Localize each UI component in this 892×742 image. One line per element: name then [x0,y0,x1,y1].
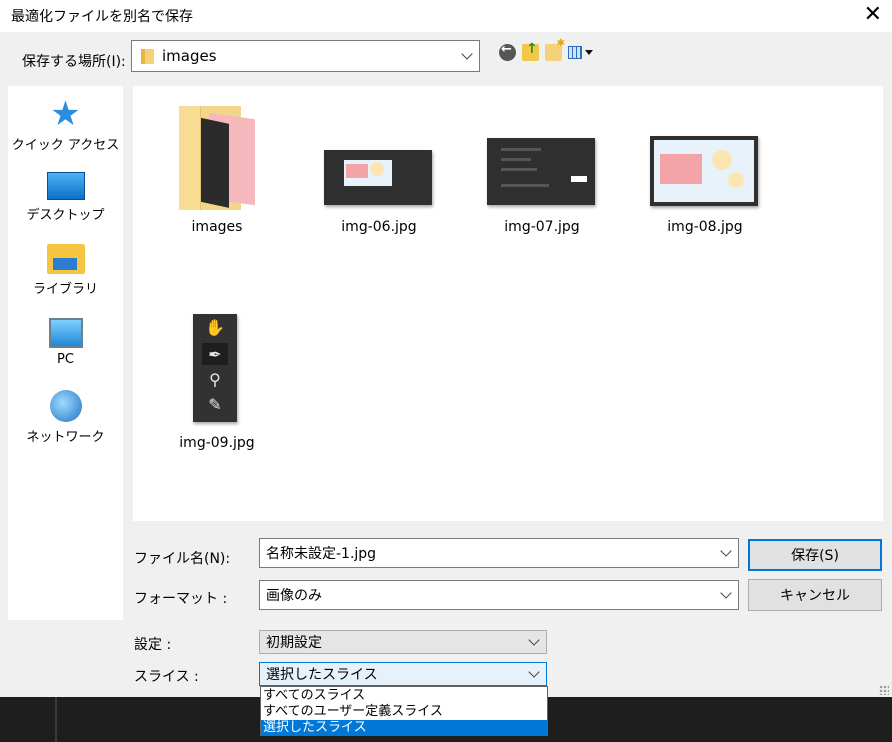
slice-option-selected[interactable]: 選択したスライス [261,720,547,736]
navigation-toolbar [499,38,596,62]
slice-option[interactable]: すべてのスライス [261,688,547,704]
place-label: デスクトップ [26,208,105,223]
image-thumbnail: ✋ ✒ ⚲ ✎ [193,314,237,422]
place-quick-access[interactable]: ★ クイック アクセス [8,94,123,153]
image-thumbnail [324,150,432,205]
slice-option[interactable]: すべてのユーザー定義スライス [261,704,547,720]
file-name: img-09.jpg [179,435,255,451]
place-label: ネットワーク [26,430,105,445]
settings-select[interactable]: 初期設定 [259,630,547,654]
slice-label: スライス : [134,669,199,685]
place-library[interactable]: ライブラリ [8,244,123,297]
file-name: img-06.jpg [341,219,417,235]
format-label: フォーマット : [134,591,228,607]
file-name: img-07.jpg [504,219,580,235]
title-bar: 最適化ファイルを別名で保存 ✕ [0,0,892,32]
new-folder-icon[interactable] [545,38,565,61]
save-button-label: 保存(S) [791,548,839,564]
save-location-label: 保存する場所(I): [22,54,126,70]
format-value: 画像のみ [266,588,322,604]
chevron-down-icon[interactable] [720,545,732,557]
slice-value: 選択したスライス [266,667,378,683]
filename-value: 名称未設定-1.jpg [266,546,377,562]
window-title: 最適化ファイルを別名で保存 [11,9,193,25]
back-icon[interactable] [499,42,516,61]
close-icon[interactable]: ✕ [864,2,882,27]
place-label: ライブラリ [32,282,98,297]
save-location-value: images [162,47,217,65]
place-network[interactable]: ネットワーク [8,390,123,445]
image-thumbnail [650,136,758,206]
library-icon [46,244,85,274]
folder-icon [141,49,154,64]
file-name: img-08.jpg [667,219,743,235]
view-menu-icon[interactable] [568,44,596,61]
format-select[interactable]: 画像のみ [259,580,739,610]
network-icon [49,390,82,422]
file-item-img-07[interactable]: img-07.jpg [481,106,603,242]
resize-grip-icon[interactable] [879,685,889,695]
chevron-down-icon [720,587,732,599]
places-sidebar: ★ クイック アクセス デスクトップ ライブラリ PC ネットワーク [8,86,123,620]
save-location-select[interactable]: images [131,40,480,72]
cancel-button[interactable]: キャンセル [748,579,882,611]
file-name: images [191,219,243,235]
file-list: images img-06.jpg img-07.jpg img-08.jpg [133,86,883,521]
file-item-img-06[interactable]: img-06.jpg [318,106,440,242]
file-item-img-09[interactable]: ✋ ✒ ⚲ ✎ img-09.jpg [166,312,268,452]
place-pc[interactable]: PC [8,318,123,367]
desktop-icon [46,172,85,200]
filename-input[interactable]: 名称未設定-1.jpg [259,538,739,568]
save-button[interactable]: 保存(S) [748,539,882,571]
place-label: クイック アクセス [11,138,120,153]
file-item-img-08[interactable]: img-08.jpg [644,106,766,242]
settings-value: 初期設定 [266,635,322,651]
chevron-down-icon [528,666,540,678]
chevron-down-icon [528,634,540,646]
pc-icon [48,318,83,348]
star-icon: ★ [50,94,81,134]
chevron-down-icon [461,48,473,60]
filename-label: ファイル名(N): [134,551,231,567]
folder-icon [179,106,255,210]
file-item-images[interactable]: images [166,106,268,242]
slice-select[interactable]: 選択したスライス [259,662,547,686]
settings-label: 設定 : [134,637,172,653]
cancel-button-label: キャンセル [780,588,850,604]
place-label: PC [57,352,74,367]
slice-dropdown-list: すべてのスライス すべてのユーザー定義スライス 選択したスライス [260,686,548,736]
image-thumbnail [487,138,595,205]
up-folder-icon[interactable] [522,41,539,61]
place-desktop[interactable]: デスクトップ [8,172,123,223]
